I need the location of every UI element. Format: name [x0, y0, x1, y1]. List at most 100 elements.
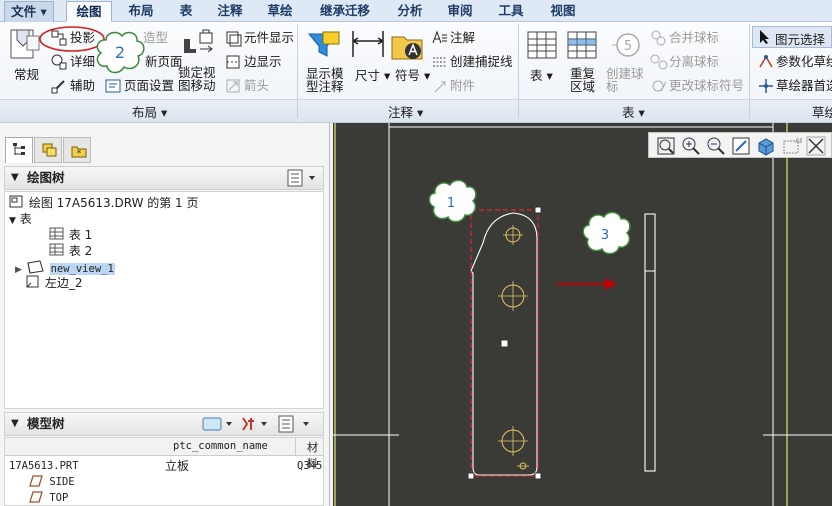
table-button[interactable]: 表 ▾ [530, 68, 553, 84]
selection-handle-top-right[interactable] [534, 206, 542, 214]
component-display-icon [226, 31, 242, 47]
page-setup-button[interactable]: 页面设置 [124, 78, 174, 94]
page-setup-label: 页面设置 [124, 78, 175, 93]
symbol-button[interactable]: 符号 ▾ [395, 68, 430, 84]
datum-display-icon[interactable]: AB [780, 135, 802, 157]
repaint-icon[interactable] [730, 135, 752, 157]
zoom-in-icon[interactable] [680, 135, 702, 157]
tree-item-left-2[interactable]: 左边_2 [25, 275, 82, 291]
tab-inherit[interactable]: 继承迁移 [307, 1, 383, 22]
tab-annotate-label: 注释 [217, 3, 243, 18]
sketch-group-menu[interactable]: 草绘 [812, 102, 832, 121]
lock-view-move-button[interactable]: 锁定视 图移动 [178, 66, 216, 92]
tree-item-new-view[interactable]: ▶ new_view_1 [15, 259, 115, 275]
tab-analysis[interactable]: 分析 [387, 1, 433, 22]
parametric-sketch-button[interactable]: 参数化草绘 [776, 54, 832, 70]
tab-tree[interactable] [5, 137, 33, 163]
create-snap-line-button[interactable]: 创建捕捉线 [450, 54, 513, 70]
merge-balloon-button[interactable]: 合并球标 [669, 30, 719, 46]
select-element-button[interactable]: 图元选择 [752, 26, 832, 48]
tab-view[interactable]: 视图 [540, 1, 586, 22]
model-row-side[interactable]: SIDE [29, 474, 75, 490]
show-model-annotation-label: 显示模 型注释 [306, 66, 344, 94]
collapse-icon[interactable]: ▼ [11, 167, 19, 189]
annotation-display-icon[interactable] [805, 135, 827, 157]
drawing-tree: 绘图 17A5613.DRW 的第 1 页 ▼ 表 表 1 表 2 ▶ new_… [4, 191, 324, 409]
selection-center-handle[interactable] [500, 339, 509, 348]
change-balloon-symbol-button[interactable]: 更改球标符号 [669, 78, 744, 94]
table-icon [49, 227, 64, 240]
drawing-canvas[interactable]: 1 3 AB [333, 123, 832, 506]
layers-icon [42, 143, 57, 157]
tab-sketch[interactable]: 草绘 [257, 1, 303, 22]
attachment-button[interactable]: 附件 [450, 78, 475, 94]
tab-layout-label: 布局 [128, 3, 154, 18]
create-snap-line-icon [433, 57, 447, 67]
column-ptc-common-name[interactable]: ptc_common_name [173, 440, 268, 452]
tab-favorites[interactable]: * [63, 137, 91, 163]
tree-item-drawing-page[interactable]: 绘图 17A5613.DRW 的第 1 页 [9, 195, 199, 211]
annotate-group-menu[interactable]: 注释 ▾ [388, 102, 423, 121]
component-display-button[interactable]: 元件显示 [244, 30, 294, 46]
tab-layers[interactable] [34, 137, 62, 163]
favorites-icon: * [71, 146, 87, 159]
table-icon [49, 243, 64, 256]
general-button[interactable]: 常规 [14, 67, 39, 83]
selection-handle-bottom-right[interactable] [534, 472, 542, 480]
split-balloon-button[interactable]: 分离球标 [669, 54, 719, 70]
tab-annotate[interactable]: 注释 [207, 1, 253, 22]
tab-file-label: 文件 [11, 4, 37, 19]
part-left-view[interactable] [644, 213, 656, 472]
layout-group-menu[interactable]: 布局 ▾ [132, 102, 167, 121]
tab-drawing[interactable]: 绘图 [66, 1, 112, 22]
table-group-menu[interactable]: 表 ▾ [622, 102, 645, 121]
collapse-icon[interactable]: ▼ [11, 413, 19, 435]
expand-down-icon[interactable]: ▼ [9, 216, 16, 226]
detail-view-icon [51, 54, 67, 70]
display-style-icon[interactable] [755, 135, 777, 157]
dimension-button[interactable]: 尺寸 ▾ [355, 68, 390, 84]
sketcher-preferences-button[interactable]: 草绘器首选 [776, 78, 832, 94]
tab-view-label: 视图 [550, 3, 576, 18]
merge-balloon-label: 合并球标 [669, 30, 720, 45]
arrow-button[interactable]: 箭头 [244, 78, 269, 94]
select-cursor-icon [760, 30, 769, 44]
zoom-fit-icon[interactable] [655, 135, 677, 157]
expand-right-icon[interactable]: ▶ [15, 265, 22, 275]
create-balloon-button[interactable]: 创建球 标 [606, 67, 644, 93]
show-model-annotation-button[interactable]: 显示模 型注释 [306, 67, 344, 93]
dimension-label: 尺寸 [355, 68, 381, 83]
tab-table[interactable]: 表 [168, 1, 204, 22]
tree-item-table-1[interactable]: 表 1 [49, 227, 92, 243]
tree-item-label: new_view_1 [49, 263, 115, 275]
edge-display-button[interactable]: 边显示 [244, 54, 282, 70]
model-tree-title: 模型树 [27, 416, 65, 431]
left-pane: * ▼ 绘图树 绘图 17A5613.DRW 的第 1 页 ▼ 表 表 1 表 … [0, 123, 330, 506]
selection-handle-bottom-left[interactable] [467, 472, 475, 480]
note-icon [432, 30, 447, 44]
tree-item-tables[interactable]: ▼ 表 [9, 211, 32, 227]
tree-item-table-2[interactable]: 表 2 [49, 243, 92, 259]
auxiliary-view-button[interactable]: 辅助 [70, 78, 95, 94]
note-label: 注解 [450, 30, 476, 45]
tab-tools[interactable]: 工具 [488, 1, 534, 22]
tab-file[interactable]: 文件 ▾ [4, 1, 54, 22]
model-row-name: SIDE [49, 476, 75, 488]
model-tree-tools[interactable] [199, 415, 319, 433]
tab-review[interactable]: 审阅 [437, 1, 483, 22]
drawing-tree-header[interactable]: ▼ 绘图树 [4, 166, 324, 190]
column-divider [295, 438, 296, 456]
drawing-tree-settings[interactable] [285, 169, 319, 187]
model-row-common-name: 立板 [165, 459, 190, 473]
model-row-top[interactable]: TOP [29, 490, 68, 506]
tab-layout[interactable]: 布局 [118, 1, 164, 22]
model-row-part[interactable]: 17A5613.PRT [9, 458, 79, 474]
repeat-region-button[interactable]: 重复 区域 [570, 67, 595, 93]
note-button[interactable]: 注解 [450, 30, 475, 46]
tree-item-label: 绘图 17A5613.DRW 的第 1 页 [28, 196, 199, 210]
callout-3-number: 3 [601, 228, 609, 243]
arrow-label: 箭头 [244, 78, 270, 93]
new-page-button[interactable]: 新页面 [145, 54, 183, 70]
zoom-out-icon[interactable] [705, 135, 727, 157]
model-tree-header[interactable]: ▼ 模型树 [4, 412, 324, 436]
